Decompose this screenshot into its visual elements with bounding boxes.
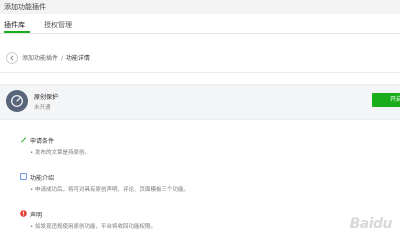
breadcrumb-parent[interactable]: 添加功能插件 <box>22 55 58 62</box>
back-button[interactable] <box>6 52 18 64</box>
app-title: 添加功能插件 <box>4 3 46 11</box>
document-icon <box>20 173 27 180</box>
active-tab-indicator <box>4 31 30 33</box>
section-desc: • 如发现违规使用原创功能，平台将收回功能权限。 <box>30 224 156 230</box>
tab-bar: 插件库 授权管理 <box>0 17 400 34</box>
gauge-icon <box>11 95 23 107</box>
open-button[interactable]: 开启 <box>372 93 400 107</box>
tab-plugin-library[interactable]: 插件库 <box>4 20 25 30</box>
breadcrumb-trail: 添加功能插件 / 功能详情 <box>22 53 90 62</box>
breadcrumb-separator: / <box>60 55 63 62</box>
chevron-left-icon <box>10 55 14 61</box>
section-title: 功能介绍 <box>30 175 55 182</box>
section-desc: • 申请成功后，将可对具有原创声明、评论、页面模板三个功能。 <box>30 187 189 193</box>
section-title: 申请条件 <box>30 138 55 145</box>
section-title: 声明 <box>30 212 43 219</box>
plugin-status: 未开通 <box>34 105 51 111</box>
watermark-logo: Baidu <box>349 216 393 232</box>
plugin-card: 原创保护 未开通 <box>0 84 400 120</box>
section-desc: • 发布的文章是持原创。 <box>30 150 90 156</box>
breadcrumb-current: 功能详情 <box>65 55 90 62</box>
window-title-bar: 添加功能插件 <box>0 0 400 14</box>
pen-icon <box>21 137 27 143</box>
warning-icon <box>20 210 27 217</box>
plugin-icon <box>6 90 28 112</box>
tab-authorization[interactable]: 授权管理 <box>44 20 72 30</box>
breadcrumb: 添加功能插件 / 功能详情 <box>0 44 400 73</box>
plugin-name: 原创保护 <box>34 94 59 101</box>
